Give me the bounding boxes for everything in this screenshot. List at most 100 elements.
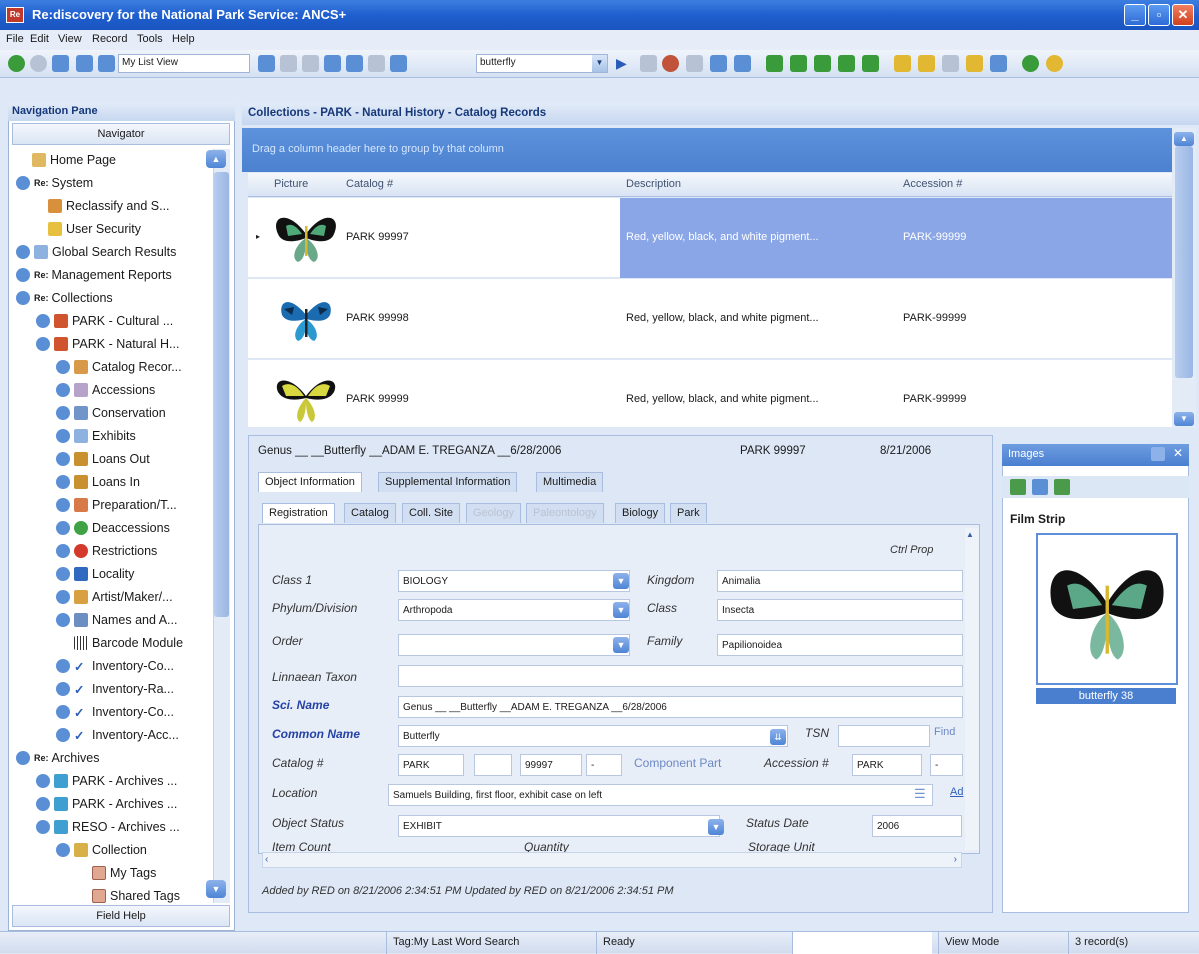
search-icon[interactable] (368, 55, 385, 72)
list-icon[interactable] (52, 55, 69, 72)
expand-icon[interactable] (36, 314, 50, 328)
menu-lines-icon[interactable]: ☰ (914, 786, 926, 802)
menu-tools[interactable]: Tools (137, 33, 163, 45)
tree-item-system[interactable]: Re: System (16, 172, 93, 194)
filter-icon[interactable] (686, 55, 703, 72)
tsn-field[interactable] (838, 725, 930, 747)
kingdom-field[interactable]: Animalia (717, 570, 963, 592)
family-field[interactable]: Papilionoidea (717, 634, 963, 656)
form-icon[interactable] (76, 55, 93, 72)
tree-item-inventory-4[interactable]: ✓ Inventory-Acc... (56, 724, 179, 746)
navigator-button[interactable]: Navigator (12, 123, 230, 145)
export-icon[interactable] (734, 55, 751, 72)
expand-icon[interactable] (56, 452, 70, 466)
copy-icon[interactable] (280, 55, 297, 72)
tab-supplemental-information[interactable]: Supplemental Information (378, 472, 518, 492)
tree-item-loans-in[interactable]: Loans In (56, 471, 140, 493)
expand-icon[interactable] (56, 475, 70, 489)
go-icon[interactable]: ▶ (616, 55, 633, 72)
expand-icon[interactable] (56, 659, 70, 673)
linnaean-taxon-field[interactable] (398, 665, 963, 687)
tree-item-inventory-3[interactable]: ✓ Inventory-Co... (56, 701, 174, 723)
column-header-description[interactable]: Description (626, 178, 681, 190)
tree-item-accessions[interactable]: Accessions (56, 379, 155, 401)
class1-field[interactable]: BIOLOGY (398, 570, 630, 592)
forward-icon[interactable] (30, 55, 47, 72)
tree-item-archives[interactable]: Re: Archives (16, 747, 99, 769)
print-icon[interactable] (390, 55, 407, 72)
nav-scrollbar-thumb[interactable] (214, 172, 229, 617)
tree-item-management-reports[interactable]: Re: Management Reports (16, 264, 172, 286)
tree-item-park-cultural[interactable]: PARK - Cultural ... (36, 310, 173, 332)
tree-item-park-natural[interactable]: PARK - Natural H... (36, 333, 179, 355)
tree-item-barcode[interactable]: Barcode Module (74, 632, 183, 654)
expand-icon[interactable] (56, 544, 70, 558)
expand-icon[interactable] (56, 360, 70, 374)
tree-item-conservation[interactable]: Conservation (56, 402, 166, 424)
catalog-mid-field[interactable] (474, 754, 512, 776)
form-horizontal-scrollbar[interactable]: ‹ › (262, 852, 962, 868)
scroll-left-icon[interactable]: ‹ (265, 854, 268, 865)
tree-item-restrictions[interactable]: Restrictions (56, 540, 157, 562)
tab-object-information[interactable]: Object Information (258, 472, 362, 492)
accession-suffix-field[interactable]: - (930, 754, 963, 776)
location-link[interactable]: Ad (950, 786, 963, 798)
prev-record-icon[interactable] (790, 55, 807, 72)
table-row[interactable]: PARK 99999 Red, yellow, black, and white… (248, 360, 1172, 428)
tree-item-exhibits[interactable]: Exhibits (56, 425, 136, 447)
chevron-down-icon[interactable]: ▼ (613, 602, 629, 618)
new-icon[interactable] (862, 55, 879, 72)
chevron-down-icon[interactable]: ▼ (613, 637, 629, 653)
search-input[interactable]: butterfly ▼ (476, 54, 608, 73)
catalog-suffix-field[interactable]: - (586, 754, 622, 776)
tree-item-catalog-records[interactable]: Catalog Recor... (56, 356, 182, 378)
location-field[interactable]: Samuels Building, first floor, exhibit c… (388, 784, 933, 806)
image-view-icon[interactable] (1010, 479, 1026, 495)
expand-icon[interactable] (56, 682, 70, 696)
tab-multimedia[interactable]: Multimedia (536, 472, 604, 492)
film-strip-image[interactable] (1036, 533, 1178, 685)
view-select[interactable]: My List View (118, 54, 250, 73)
first-record-icon[interactable] (766, 55, 783, 72)
tree-item-collections[interactable]: Re: Collections (16, 287, 113, 309)
collapse-icon[interactable] (56, 843, 70, 857)
tree-item-park-archives-1[interactable]: PARK - Archives ... (36, 770, 177, 792)
help-icon[interactable] (662, 55, 679, 72)
expand-icon[interactable] (16, 176, 30, 190)
expand-icon[interactable] (56, 590, 70, 604)
order-field[interactable] (398, 634, 630, 656)
tree-item-user-security[interactable]: User Security (48, 218, 141, 240)
document-icon[interactable] (918, 55, 935, 72)
scroll-up-icon[interactable]: ▲ (206, 150, 226, 168)
menu-edit[interactable]: Edit (30, 33, 49, 45)
tree-item-reso-archives[interactable]: RESO - Archives ... (36, 816, 180, 838)
chevron-down-icon[interactable]: ▼ (708, 819, 724, 835)
tree-item-reclassify[interactable]: Reclassify and S... (48, 195, 170, 217)
last-record-icon[interactable] (838, 55, 855, 72)
grid-scrollbar-thumb[interactable] (1175, 146, 1193, 378)
table-row[interactable]: PARK 99998 Red, yellow, black, and white… (248, 279, 1172, 359)
expand-icon[interactable] (16, 268, 30, 282)
column-header-accession[interactable]: Accession # (903, 178, 962, 190)
window-icon[interactable] (990, 55, 1007, 72)
tree-item-collection[interactable]: Collection (56, 839, 147, 861)
expand-icon[interactable] (56, 406, 70, 420)
minimize-button[interactable]: _ (1124, 4, 1146, 26)
collapse-icon[interactable] (16, 291, 30, 305)
tree-item-global-search[interactable]: Global Search Results (16, 241, 176, 263)
menu-view[interactable]: View (58, 33, 82, 45)
expand-icon[interactable] (56, 429, 70, 443)
column-header-picture[interactable]: Picture (274, 178, 308, 190)
catalog-prefix-field[interactable]: PARK (398, 754, 464, 776)
tree-item-preparation[interactable]: Preparation/T... (56, 494, 177, 516)
expand-icon[interactable] (36, 774, 50, 788)
ctrl-prop-label[interactable]: Ctrl Prop (890, 544, 933, 556)
find-icon[interactable] (640, 55, 657, 72)
group-by-bar[interactable]: Drag a column header here to group by th… (242, 128, 1186, 172)
save-icon[interactable] (258, 55, 275, 72)
collapse-icon[interactable] (16, 751, 30, 765)
expand-icon[interactable] (56, 521, 70, 535)
grid-scroll-down-icon[interactable]: ▼ (1174, 412, 1194, 426)
tree-item-loans-out[interactable]: Loans Out (56, 448, 150, 470)
accession-prefix-field[interactable]: PARK (852, 754, 922, 776)
